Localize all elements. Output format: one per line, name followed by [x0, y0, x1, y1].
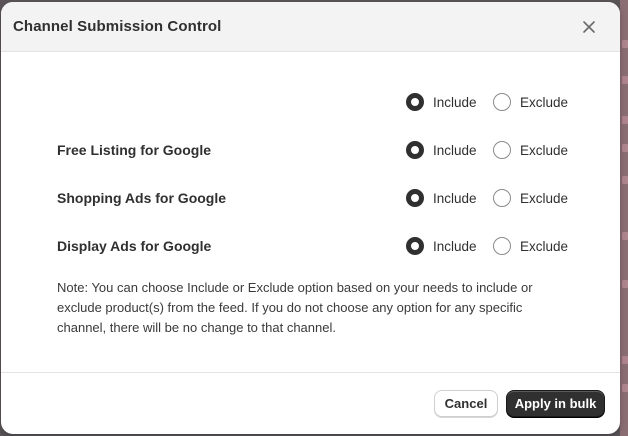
exclude-label: Exclude [520, 94, 569, 110]
background-mark [622, 280, 628, 288]
apply-in-bulk-button[interactable]: Apply in bulk [506, 390, 605, 417]
cancel-button[interactable]: Cancel [434, 390, 498, 417]
channel-row-display-ads: Display Ads for Google Include Exclude [1, 234, 620, 258]
radio-checked-icon [406, 237, 424, 255]
channel-row-free-listing: Free Listing for Google Include Exclude [1, 138, 620, 162]
shopping-ads-exclude-radio[interactable]: Exclude [493, 188, 568, 208]
background-mark [622, 356, 628, 364]
radio-unchecked-icon [493, 93, 511, 111]
radio-checked-icon [406, 141, 424, 159]
close-button[interactable] [577, 15, 601, 39]
radio-checked-icon [406, 93, 424, 111]
background-mark [622, 76, 628, 84]
exclude-label: Exclude [520, 142, 569, 158]
free-listing-include-radio[interactable]: Include [406, 140, 477, 160]
include-label: Include [433, 94, 477, 110]
background-mark [622, 40, 628, 48]
close-icon [583, 21, 595, 33]
background-mark [622, 384, 628, 392]
include-label: Include [433, 238, 477, 254]
background-mark [622, 144, 628, 152]
all-include-radio[interactable]: Include [406, 92, 477, 112]
note-text: Note: You can choose Include or Exclude … [57, 280, 533, 335]
dialog-body: Include Exclude Free Listing for Google … [1, 52, 620, 372]
display-ads-include-radio[interactable]: Include [406, 236, 477, 256]
channel-label: Shopping Ads for Google [57, 190, 227, 206]
dialog-footer: Cancel Apply in bulk [1, 372, 620, 434]
channel-label: Display Ads for Google [57, 238, 212, 254]
radio-unchecked-icon [493, 189, 511, 207]
radio-checked-icon [406, 189, 424, 207]
channel-label: Free Listing for Google [57, 142, 212, 158]
free-listing-exclude-radio[interactable]: Exclude [493, 140, 568, 160]
all-exclude-radio[interactable]: Exclude [493, 92, 568, 112]
channel-submission-dialog: Channel Submission Control Include Exclu… [1, 2, 620, 434]
display-ads-exclude-radio[interactable]: Exclude [493, 236, 568, 256]
include-label: Include [433, 190, 477, 206]
dialog-title: Channel Submission Control [13, 18, 222, 35]
background-mark [622, 232, 628, 240]
background-mark [622, 116, 628, 124]
dialog-header: Channel Submission Control [1, 2, 620, 52]
exclude-label: Exclude [520, 238, 569, 254]
include-label: Include [433, 142, 477, 158]
exclude-label: Exclude [520, 190, 569, 206]
background-page [620, 0, 628, 436]
background-mark [622, 176, 628, 184]
shopping-ads-include-radio[interactable]: Include [406, 188, 477, 208]
channel-row-shopping-ads: Shopping Ads for Google Include Exclude [1, 186, 620, 210]
radio-unchecked-icon [493, 141, 511, 159]
radio-unchecked-icon [493, 237, 511, 255]
channel-row-all: Include Exclude [1, 90, 620, 114]
